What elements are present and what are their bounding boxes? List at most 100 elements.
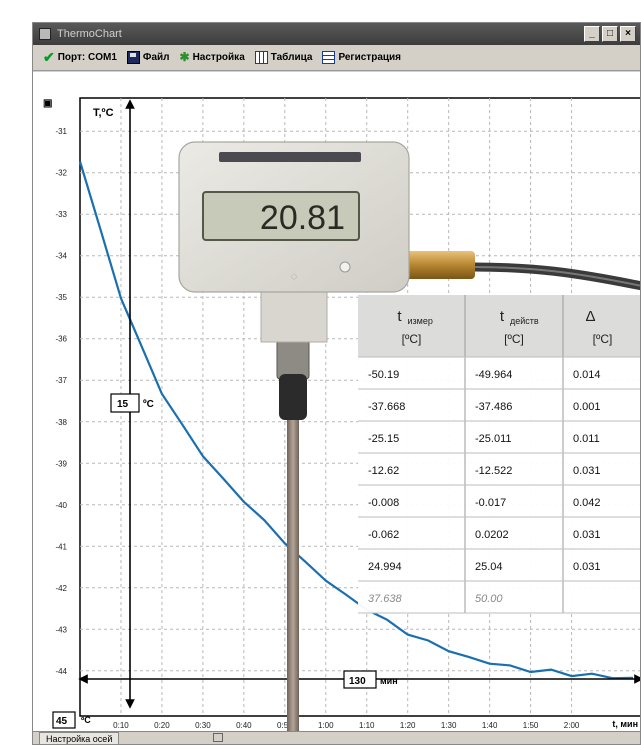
table-cell: -25.15 xyxy=(368,433,399,445)
table-cell: -37.668 xyxy=(368,401,405,413)
temp-value: 15 xyxy=(117,399,129,410)
x-tick-label: 0:30 xyxy=(195,721,211,730)
chart-area[interactable]: -31 -32 -33 -34 -35 -36 -37 -38 -39 -40 -41 -42 -43 -… xyxy=(33,72,640,734)
port-button[interactable]: ✔ Порт: COM1 xyxy=(43,49,117,65)
file-label: Файл xyxy=(142,52,170,63)
x-tick-label: 0:10 xyxy=(113,721,129,730)
table-cell: -0.008 xyxy=(368,497,399,509)
time-unit: мин xyxy=(380,676,398,686)
y-tick-label: -31 xyxy=(55,127,67,136)
table-cell: 50.00 xyxy=(475,593,503,605)
minimize-button[interactable]: _ xyxy=(584,26,600,42)
y-tick-label: -38 xyxy=(55,418,67,427)
x-tick-label: 1:40 xyxy=(482,721,498,730)
axes-settings-tab[interactable]: Настройка осей xyxy=(39,732,120,744)
table-cell: 0.031 xyxy=(573,529,601,541)
y-tick-label: -32 xyxy=(55,169,67,178)
x-axis-label: t, мин xyxy=(612,719,638,729)
chart-svg[interactable]: -31 -32 -33 -34 -35 -36 -37 -38 -39 -40 -41 -42 -43 -… xyxy=(33,72,641,734)
top-left-marker: ▣ xyxy=(43,98,52,109)
lcd-reading: 20.81 xyxy=(260,199,345,237)
table-cell: 25.04 xyxy=(475,561,503,573)
y-tick-label: -44 xyxy=(55,667,67,676)
table-cell: 24.994 xyxy=(368,561,402,573)
app-icon xyxy=(39,28,51,40)
probe-fitting xyxy=(276,338,310,380)
table-cell: -37.486 xyxy=(475,401,512,413)
check-icon: ✔ xyxy=(43,49,55,65)
x-tick-label: 1:00 xyxy=(318,721,334,730)
table-cell: 0.042 xyxy=(573,497,601,509)
y-tick-label: -42 xyxy=(55,584,67,593)
table-header-subscript: измер xyxy=(408,316,433,326)
sensor-cable xyxy=(472,262,640,291)
table-cell: -12.522 xyxy=(475,465,512,477)
y-min-unit: ºC xyxy=(81,715,91,725)
y-tick-label: -37 xyxy=(55,376,67,385)
temp-unit: ºC xyxy=(143,399,154,410)
table-cell: -0.017 xyxy=(475,497,506,509)
status-icon xyxy=(213,733,223,742)
toolbar: ✔ Порт: COM1 Файл ✱ Настройка Таблица Ре… xyxy=(33,45,640,71)
maximize-button[interactable]: □ xyxy=(602,26,618,42)
x-tick-label: 1:20 xyxy=(400,721,416,730)
floppy-icon xyxy=(126,51,140,64)
table-header-symbol: Δ xyxy=(585,308,595,325)
x-tick-label: 1:50 xyxy=(523,721,539,730)
table-header-unit: [ºC] xyxy=(593,332,613,346)
table-cell: 0.0202 xyxy=(475,529,509,541)
table-cell: 0.001 xyxy=(573,401,601,413)
y-axis-label: T,ºC xyxy=(93,107,114,119)
y-tick-label: -36 xyxy=(55,335,67,344)
y-axis-ticks: -31 -32 -33 -34 -35 -36 -37 -38 -39 -40 -41 -42 -43 -… xyxy=(55,127,67,676)
table-cell: -12.62 xyxy=(368,465,399,477)
table-cell: -0.062 xyxy=(368,529,399,541)
title-bar: ThermoChart _ □ × xyxy=(33,23,640,45)
app-window: ThermoChart _ □ × ✔ Порт: COM1 Файл ✱ На… xyxy=(32,22,641,745)
x-tick-label: 0:40 xyxy=(236,721,252,730)
table-cell: -50.19 xyxy=(368,369,399,381)
table-cell: -25.011 xyxy=(475,433,512,445)
register-button[interactable]: Регистрация xyxy=(322,51,401,64)
x-tick-label: 1:30 xyxy=(441,721,457,730)
table-header-row xyxy=(358,295,640,357)
table-header-unit: [ºC] xyxy=(402,332,422,346)
settings-label: Настройка xyxy=(192,52,245,63)
device-label-strip xyxy=(219,152,361,162)
y-tick-label: -34 xyxy=(55,252,67,261)
x-tick-label: 2:00 xyxy=(564,721,580,730)
calibration-table: t измер[ºC]t действ[ºC]Δ[ºC] -50.19 -49.964… xyxy=(358,295,640,614)
table-cell: 0.014 xyxy=(573,369,601,381)
y-tick-label: -35 xyxy=(55,293,67,302)
device-logo-icon: ◇ xyxy=(291,271,298,281)
probe-rod xyxy=(287,388,299,734)
table-button[interactable]: Таблица xyxy=(254,51,313,64)
y-tick-label: -41 xyxy=(55,542,67,551)
register-label: Регистрация xyxy=(338,52,402,63)
window-title: ThermoChart xyxy=(57,28,122,40)
settings-button[interactable]: ✱ Настройка xyxy=(180,51,245,64)
table-cell: 0.031 xyxy=(573,561,601,573)
probe-grip xyxy=(279,374,307,420)
x-tick-label: 0:20 xyxy=(154,721,170,730)
time-value: 130 xyxy=(349,676,366,687)
y-tick-label: -33 xyxy=(55,210,67,219)
x-tick-label: 1:10 xyxy=(359,721,375,730)
y-tick-label: -43 xyxy=(55,625,67,634)
table-header-unit: [ºC] xyxy=(504,332,524,346)
table-icon xyxy=(254,51,268,64)
device-button xyxy=(339,261,351,273)
table-cell: -49.964 xyxy=(475,369,512,381)
table-cell: 0.031 xyxy=(573,465,601,477)
close-button[interactable]: × xyxy=(620,26,636,42)
table-header-subscript: действ xyxy=(510,316,539,326)
status-bar: Настройка осей xyxy=(33,731,640,744)
table-cell: 37.638 xyxy=(368,593,403,605)
wrench-icon: ✱ xyxy=(179,50,190,64)
table-label: Таблица xyxy=(270,52,313,63)
y-tick-label: -39 xyxy=(55,459,67,468)
y-min-value: 45 xyxy=(56,716,68,727)
file-button[interactable]: Файл xyxy=(126,51,170,64)
y-tick-label: -40 xyxy=(55,501,67,510)
register-icon xyxy=(322,51,336,64)
